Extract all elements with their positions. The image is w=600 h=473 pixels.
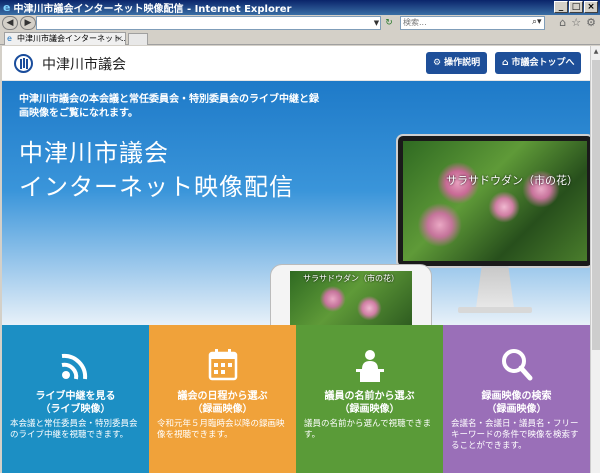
window-title: 中津川市議会インターネット映像配信 - Internet Explorer [13,4,292,15]
close-button[interactable]: × [584,1,598,13]
favicon-icon: e [7,34,12,43]
help-button[interactable]: ⚙ 操作説明 [426,52,488,74]
card-member[interactable]: 議員の名前から選ぶ （録画映像） 議員の名前から選んで視聴できます。 [296,325,443,473]
site-header: 中津川市議会 ⚙ 操作説明 ⌂ 市議会トップへ [2,46,590,81]
tab-active[interactable]: e 中津川市議会インターネット... × [4,32,126,45]
card-schedule-title: 議会の日程から選ぶ （録画映像） [149,390,296,416]
tab-close-icon[interactable]: × [116,33,123,45]
scrollbar-thumb[interactable] [592,60,600,350]
card-search[interactable]: 録画映像の検索 （録画映像） 会議名・会議日・議員名・フリーキーワードの条件で映… [443,325,590,473]
search-icon [501,349,532,381]
card-search-title-line1: 録画映像の検索 [481,391,552,402]
refresh-icon[interactable]: ↻ [383,17,395,29]
hero-banner: 中津川市議会の本会議と常任委員会・特別委員会のライブ中継と録画映像をご覧になれま… [2,81,590,325]
hero-title-line2: インターネット映像配信 [19,173,294,201]
monitor-image: サラサドウダン（市の花） [396,134,590,268]
calendar-icon [208,349,237,381]
card-live-title-line2: （ライブ映像） [40,404,111,415]
card-search-title-line2: （録画映像） [486,404,547,415]
hero-intro-text: 中津川市議会の本会議と常任委員会・特別委員会のライブ中継と録画映像をご覧になれま… [19,94,319,119]
card-live-title-line1: ライブ中継を見る [35,391,116,402]
forward-button[interactable]: ▶ [20,16,36,30]
card-live-desc: 本会議と常任委員会・特別委員会のライブ中継を視聴できます。 [10,419,138,440]
council-top-button-label: 市議会トップへ [511,58,575,68]
hero-title-line1: 中津川市議会 [19,139,169,167]
page-viewport: 中津川市議会 ⚙ 操作説明 ⌂ 市議会トップへ 中津川市議会の本会議と常任委員会・特… [2,46,590,473]
card-schedule-title-line1: 議会の日程から選ぶ [177,391,268,402]
back-button[interactable]: ◀ [2,16,18,30]
maximize-button[interactable]: □ [569,1,583,13]
home-icon: ⌂ [502,58,509,68]
card-schedule[interactable]: 議会の日程から選ぶ （録画映像） 令和元年５月臨時会以降の録画映像を視聴できます… [149,325,296,473]
menu-cards: ライブ中継を見る （ライブ映像） 本会議と常任委員会・特別委員会のライブ中継を視… [2,325,590,473]
search-input[interactable]: 検索... [400,16,545,30]
address-input[interactable] [36,16,381,30]
card-schedule-title-line2: （録画映像） [192,404,253,415]
monitor-base [458,307,532,313]
monitor-caption: サラサドウダン（市の花） [446,174,578,187]
wifi-icon [61,353,87,380]
card-schedule-desc: 令和元年５月臨時会以降の録画映像を視聴できます。 [157,419,285,440]
card-live-title: ライブ中継を見る （ライブ映像） [2,390,149,416]
scroll-up-icon[interactable]: ▲ [591,46,600,58]
ie-logo-icon: e [3,1,11,14]
monitor-screen [403,141,587,261]
favorites-icon[interactable]: ☆ [571,16,581,29]
card-search-title: 録画映像の検索 （録画映像） [443,390,590,416]
address-bar-row: ◀ ▶ ▼ ↻ 検索... ⌕▾ ⌂ ☆ ⚙ [0,15,600,31]
settings-icon[interactable]: ⚙ [586,16,596,29]
help-button-label: 操作説明 [444,58,481,68]
address-dropdown-icon[interactable]: ▼ [372,17,381,29]
card-member-desc: 議員の名前から選んで視聴できます。 [304,419,432,440]
city-logo-icon[interactable] [14,54,33,73]
card-search-desc: 会議名・会議日・議員名・フリーキーワードの条件で映像を検索することができます。 [451,419,579,451]
search-icon[interactable]: ⌕▾ [532,17,542,27]
speaker-icon [355,350,384,382]
card-member-title: 議員の名前から選ぶ （録画映像） [296,390,443,416]
tab-row: e 中津川市議会インターネット... × [0,31,600,45]
tab-label: 中津川市議会インターネット... [17,34,126,43]
hero-title: 中津川市議会 インターネット映像配信 [19,136,294,204]
vertical-scrollbar[interactable]: ▲ [590,46,600,473]
window-titlebar: e 中津川市議会インターネット映像配信 - Internet Explorer … [0,0,600,15]
minimize-button[interactable]: _ [554,1,568,13]
home-icon[interactable]: ⌂ [559,16,566,29]
card-member-title-line2: （録画映像） [339,404,400,415]
phone-caption: サラサドウダン（市の花） [303,274,399,283]
phone-image: サラサドウダン（市の花） [270,264,432,325]
card-live[interactable]: ライブ中継を見る （ライブ映像） 本会議と常任委員会・特別委員会のライブ中継を視… [2,325,149,473]
card-member-title-line1: 議員の名前から選ぶ [324,391,415,402]
council-top-button[interactable]: ⌂ 市議会トップへ [495,52,582,74]
gear-icon: ⚙ [433,58,442,68]
new-tab-button[interactable] [128,33,148,45]
monitor-stand [476,266,514,308]
site-name[interactable]: 中津川市議会 [42,54,126,74]
